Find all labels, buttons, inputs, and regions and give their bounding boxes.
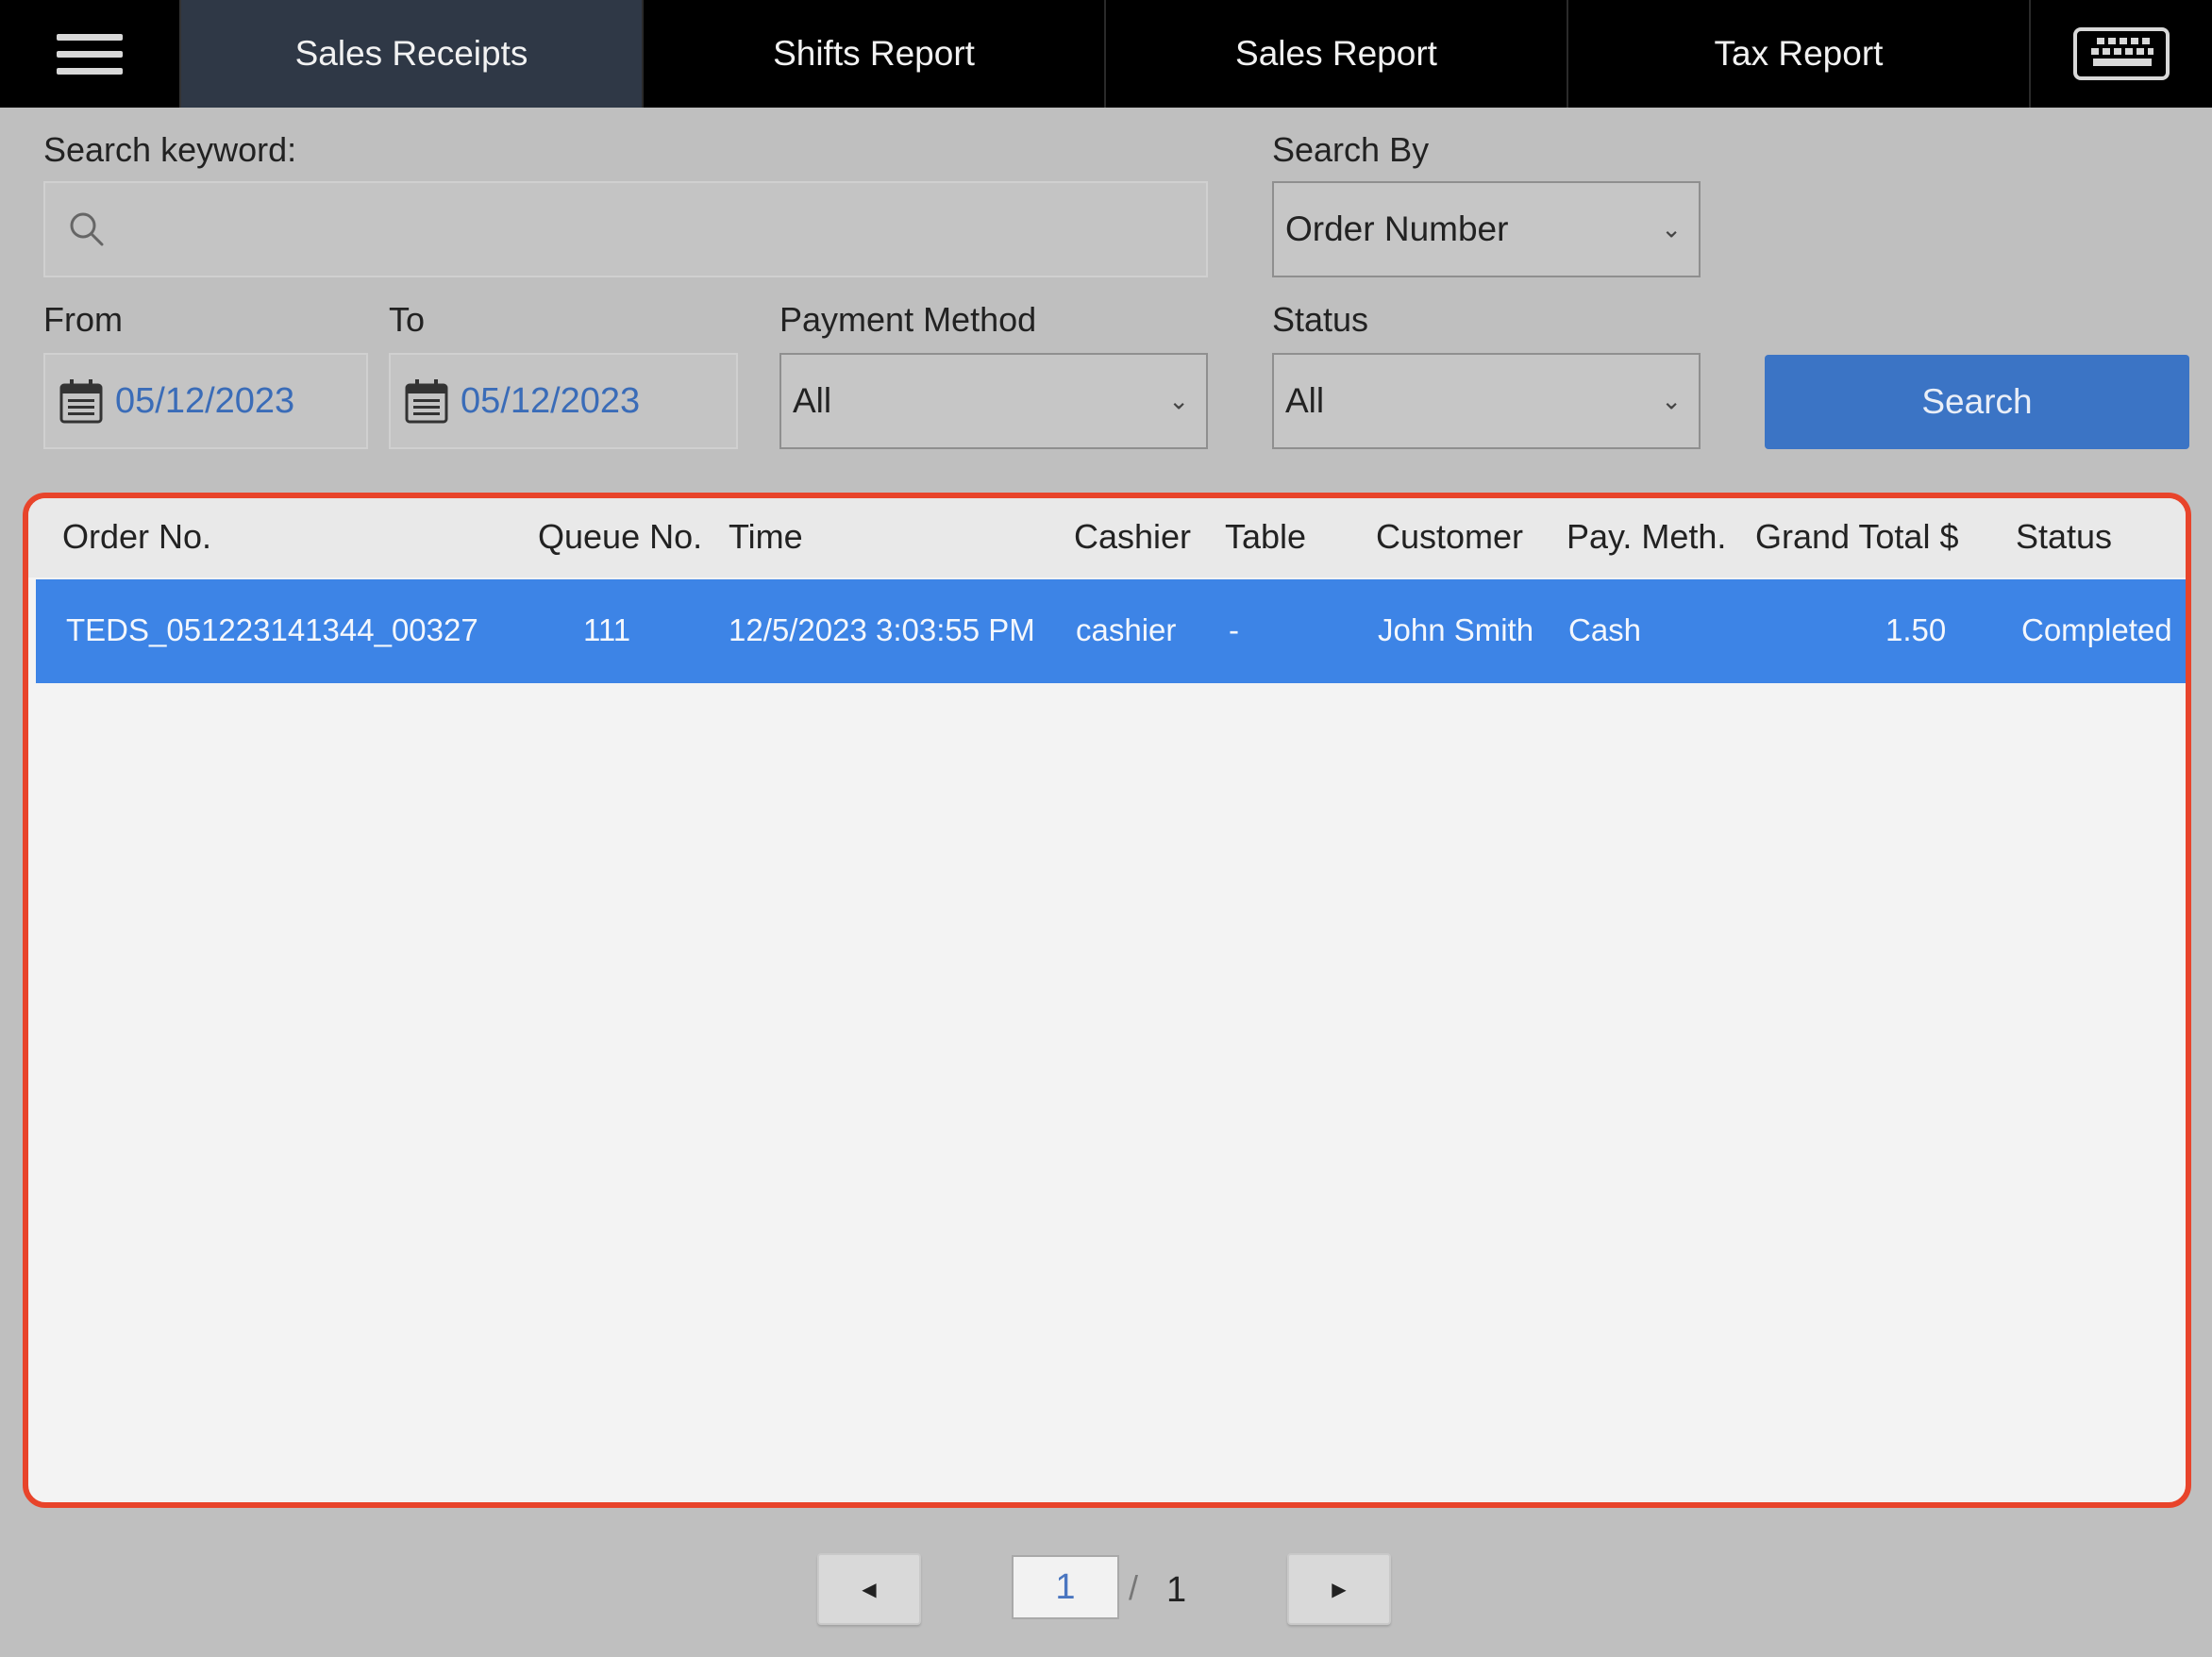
chevron-down-icon: ⌄ xyxy=(1661,386,1682,415)
caret-left-icon: ◀ xyxy=(862,1579,877,1600)
cell-pay-method: Cash xyxy=(1568,612,1642,647)
hamburger-icon xyxy=(57,24,123,85)
tab-sales-receipts[interactable]: Sales Receipts xyxy=(181,0,644,108)
keyboard-button[interactable] xyxy=(2031,0,2212,108)
col-grand-total[interactable]: Grand Total $ xyxy=(1755,517,1958,557)
col-cashier[interactable]: Cashier xyxy=(1074,517,1191,557)
search-by-label: Search By xyxy=(1272,130,1430,169)
from-date-value: 05/12/2023 xyxy=(115,380,295,421)
status-value: All xyxy=(1285,381,1325,420)
page-total: 1 xyxy=(1166,1570,1187,1610)
payment-method-select[interactable]: All ⌄ xyxy=(779,353,1208,449)
chevron-down-icon: ⌄ xyxy=(1661,214,1682,243)
col-table[interactable]: Table xyxy=(1225,517,1306,557)
calendar-icon xyxy=(405,379,448,424)
top-nav: Sales Receipts Shifts Report Sales Repor… xyxy=(0,0,2212,108)
next-page-button[interactable]: ▶ xyxy=(1287,1553,1391,1625)
search-button[interactable]: Search xyxy=(1765,355,2189,449)
prev-page-button[interactable]: ◀ xyxy=(817,1553,921,1625)
menu-button[interactable] xyxy=(0,0,181,108)
col-customer[interactable]: Customer xyxy=(1376,517,1523,557)
cell-cashier: cashier xyxy=(1076,612,1177,647)
cell-customer: John Smith xyxy=(1378,612,1534,647)
search-icon xyxy=(70,212,104,246)
cell-order-no: TEDS_051223141344_00327 xyxy=(66,612,478,647)
calendar-icon xyxy=(59,379,103,424)
caret-right-icon: ▶ xyxy=(1332,1579,1347,1600)
to-date-field[interactable]: 05/12/2023 xyxy=(389,353,738,449)
payment-method-value: All xyxy=(793,381,832,420)
col-queue-no[interactable]: Queue No. xyxy=(538,517,702,557)
from-date-field[interactable]: 05/12/2023 xyxy=(43,353,368,449)
col-status[interactable]: Status xyxy=(2016,517,2112,557)
cell-status: Completed xyxy=(2021,612,2172,647)
cell-time: 12/5/2023 3:03:55 PM xyxy=(729,612,1035,647)
keyword-field[interactable] xyxy=(43,181,1208,277)
col-pay-method[interactable]: Pay. Meth. xyxy=(1567,517,1726,557)
chevron-down-icon: ⌄ xyxy=(1168,386,1189,415)
tab-tax-report[interactable]: Tax Report xyxy=(1568,0,2031,108)
col-order-no[interactable]: Order No. xyxy=(62,517,211,557)
status-label: Status xyxy=(1272,300,1369,339)
tab-sales-report[interactable]: Sales Report xyxy=(1106,0,1568,108)
payment-method-label: Payment Method xyxy=(779,300,1037,339)
cell-queue-no: 111 xyxy=(583,612,631,647)
tab-shifts-report[interactable]: Shifts Report xyxy=(644,0,1106,108)
page-number-input[interactable]: 1 xyxy=(1012,1555,1119,1619)
to-date-value: 05/12/2023 xyxy=(461,380,641,421)
col-time[interactable]: Time xyxy=(729,517,803,557)
to-label: To xyxy=(389,300,426,339)
from-label: From xyxy=(43,300,123,339)
keyword-label: Search keyword: xyxy=(43,130,297,169)
cell-grand-total: 1.50 xyxy=(1885,612,1947,647)
results-table: Order No. Queue No. Time Cashier Table C… xyxy=(23,493,2191,1508)
cell-table: - xyxy=(1229,612,1239,647)
search-by-value: Order Number xyxy=(1285,209,1509,248)
table-header: Order No. Queue No. Time Cashier Table C… xyxy=(28,498,2186,577)
search-input[interactable] xyxy=(108,182,1206,276)
status-select[interactable]: All ⌄ xyxy=(1272,353,1701,449)
search-by-select[interactable]: Order Number ⌄ xyxy=(1272,181,1701,277)
keyboard-icon xyxy=(2073,27,2170,80)
table-row[interactable]: TEDS_051223141344_00327 111 12/5/2023 3:… xyxy=(36,579,2186,683)
page-separator: / xyxy=(1129,1568,1139,1607)
